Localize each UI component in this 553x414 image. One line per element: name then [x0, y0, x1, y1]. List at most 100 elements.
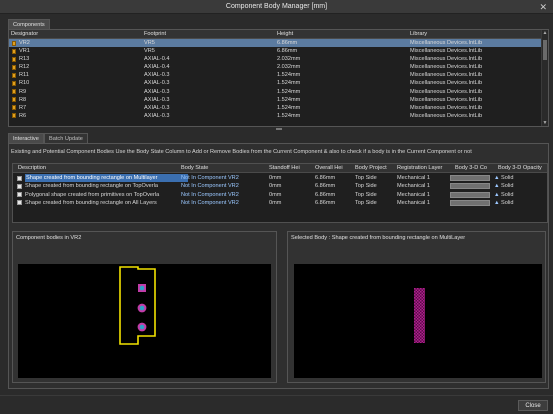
panel-splitter[interactable]: [8, 128, 549, 131]
tab-interactive[interactable]: Interactive: [8, 133, 44, 143]
component-row[interactable]: R8 AXIAL-0.3 1.524mm Miscellaneous Devices.…: [9, 96, 542, 104]
component-row[interactable]: VR2 VR5 6.86mm Miscellaneous Devices.IntLib: [9, 39, 542, 48]
body-checkbox[interactable]: [17, 200, 22, 206]
scroll-up-icon[interactable]: ▲: [542, 30, 548, 36]
splitter-grip-icon[interactable]: [276, 128, 282, 130]
body-checkbox[interactable]: [17, 175, 22, 181]
cell-overall-height: 6.86mm: [315, 183, 336, 190]
component-row[interactable]: R9 AXIAL-0.3 1.524mm Miscellaneous Devices.…: [9, 88, 542, 96]
warning-icon: ▲: [494, 183, 500, 190]
column-header-description[interactable]: Description: [18, 165, 46, 171]
column-header-designator[interactable]: Designator: [11, 31, 38, 37]
column-header-body-state[interactable]: Body State: [181, 165, 208, 171]
cell-library: Miscellaneous Devices.IntLib: [410, 104, 483, 111]
pad-3: [137, 322, 147, 332]
body-color-swatch[interactable]: [450, 175, 490, 181]
title-bar: Component Body Manager [mm] ✕: [0, 0, 553, 14]
cell-footprint: VR5: [144, 48, 155, 55]
cell-description: Shape created from bounding rectangle on…: [25, 199, 157, 206]
cell-body-state[interactable]: Not In Component VR2: [181, 174, 239, 182]
cell-registration-layer: Mechanical 1: [397, 191, 430, 198]
cell-description: Shape created from bounding rectangle on…: [25, 183, 158, 190]
column-header-body-3d-opacity[interactable]: Body 3-D Opacity: [498, 165, 542, 171]
body-row[interactable]: Shape created from bounding rectangle on…: [13, 174, 547, 183]
column-header-overall-height[interactable]: Overall Hei: [315, 165, 343, 171]
cell-body-projection: Top Side: [355, 199, 377, 206]
component-row[interactable]: R6 AXIAL-0.3 1.524mm Miscellaneous Devices.…: [9, 112, 542, 120]
selected-body-view: Selected Body : Shape created from bound…: [287, 231, 546, 383]
cell-designator: VR2: [19, 40, 30, 46]
cell-designator: R8: [19, 96, 27, 103]
cell-footprint: AXIAL-0.4: [144, 64, 170, 71]
cell-library: Miscellaneous Devices.IntLib: [410, 56, 483, 63]
column-header-standoff-height[interactable]: Standoff Hei: [269, 165, 300, 171]
tab-components[interactable]: Components: [8, 19, 50, 29]
cell-body-opacity: Solid: [501, 175, 514, 181]
tab-batch-update[interactable]: Batch Update: [44, 133, 88, 143]
column-header-body-projection[interactable]: Body Project: [355, 165, 387, 171]
component-icon: [12, 40, 16, 46]
warning-icon: ▲: [494, 175, 500, 181]
component-icon: [12, 56, 16, 62]
component-icon: [12, 80, 16, 86]
cell-body-state[interactable]: Not In Component VR2: [181, 199, 239, 207]
component-bodies-view: Component bodies in VR2: [12, 231, 277, 383]
cell-height: 1.524mm: [277, 72, 301, 79]
component-bodies-caption: Component bodies in VR2: [16, 235, 82, 241]
column-header-footprint[interactable]: Footprint: [144, 31, 166, 37]
body-color-swatch[interactable]: [450, 183, 490, 190]
cell-standoff-height: 0mm: [269, 183, 282, 190]
cell-body-opacity: Solid: [501, 183, 514, 190]
cell-designator: R6: [19, 112, 27, 119]
warning-icon: ▲: [494, 191, 500, 198]
components-scrollbar[interactable]: ▲ ▼: [541, 30, 548, 126]
bodies-table: Description Body State Standoff Hei Over…: [12, 163, 548, 223]
component-bodies-canvas[interactable]: [18, 264, 271, 378]
component-row[interactable]: VR1 VR5 6.86mm Miscellaneous Devices.IntLib: [9, 47, 542, 55]
body-checkbox[interactable]: [17, 192, 22, 198]
window-close-icon[interactable]: ✕: [539, 2, 547, 13]
cell-height: 1.524mm: [277, 88, 301, 95]
component-row[interactable]: R12 AXIAL-0.4 2.032mm Miscellaneous Devices…: [9, 63, 542, 71]
cell-body-opacity: Solid: [501, 191, 514, 198]
interactive-panel: Existing and Potential Component Bodies …: [8, 143, 549, 389]
component-icon: [12, 89, 16, 95]
cell-footprint: AXIAL-0.3: [144, 104, 170, 111]
cell-height: 2.032mm: [277, 64, 301, 71]
column-header-registration-layer[interactable]: Registration Layer: [397, 165, 442, 171]
instructions-text: Existing and Potential Component Bodies …: [11, 149, 472, 155]
selected-body-canvas[interactable]: [294, 264, 542, 378]
cell-footprint: AXIAL-0.3: [144, 88, 170, 95]
component-icon: [12, 64, 16, 70]
warning-icon: ▲: [494, 199, 500, 206]
body-checkbox[interactable]: [17, 183, 22, 189]
body-row[interactable]: Polygonal shape created from primitives …: [13, 191, 547, 199]
cell-designator: R9: [19, 88, 27, 95]
body-color-swatch[interactable]: [450, 199, 490, 206]
component-row[interactable]: R11 AXIAL-0.3 1.524mm Miscellaneous Devices…: [9, 71, 542, 79]
cell-body-state[interactable]: Not In Component VR2: [181, 191, 239, 199]
body-row[interactable]: Shape created from bounding rectangle on…: [13, 199, 547, 207]
cell-registration-layer: Mechanical 1: [397, 183, 430, 190]
cell-library: Miscellaneous Devices.IntLib: [410, 48, 483, 55]
cell-library: Miscellaneous Devices.IntLib: [410, 72, 483, 79]
component-outline: [119, 266, 156, 345]
cell-library: Miscellaneous Devices.IntLib: [410, 88, 483, 95]
cell-height: 1.524mm: [277, 96, 301, 103]
pad-1: [138, 284, 146, 292]
close-button[interactable]: Close: [518, 400, 548, 411]
component-row[interactable]: R13 AXIAL-0.4 2.032mm Miscellaneous Devices…: [9, 55, 542, 63]
body-row[interactable]: Shape created from bounding rectangle on…: [13, 182, 547, 190]
component-row[interactable]: R7 AXIAL-0.3 1.524mm Miscellaneous Devices.…: [9, 104, 542, 112]
column-header-library[interactable]: Library: [410, 31, 427, 37]
cell-designator: R13: [19, 56, 30, 63]
scroll-down-icon[interactable]: ▼: [542, 120, 548, 126]
column-header-height[interactable]: Height: [277, 31, 293, 37]
cell-designator: R10: [19, 80, 30, 87]
cell-body-state[interactable]: Not In Component VR2: [181, 182, 239, 190]
cell-description: Polygonal shape created from primitives …: [25, 191, 160, 198]
column-header-body-3d-color[interactable]: Body 3-D Co: [455, 165, 487, 171]
body-color-swatch[interactable]: [450, 191, 490, 198]
component-row[interactable]: R10 AXIAL-0.3 1.524mm Miscellaneous Devices…: [9, 79, 542, 87]
scroll-thumb[interactable]: [543, 40, 547, 60]
